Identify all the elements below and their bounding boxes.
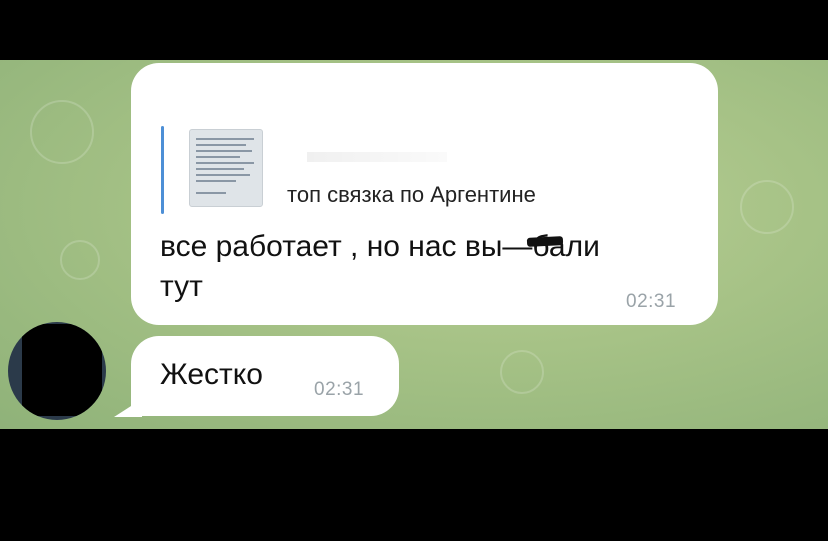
message-time: 02:31	[626, 291, 677, 312]
chat-background: топ связка по Аргентине все работает , н…	[0, 60, 828, 429]
reply-preview-text: топ связка по Аргентине	[287, 182, 536, 207]
avatar-redaction	[22, 324, 102, 416]
reply-accent-bar	[161, 126, 164, 214]
message-bubble[interactable]: топ связка по Аргентине все работает , н…	[131, 63, 718, 325]
reply-thumbnail	[189, 129, 263, 207]
message-bubble[interactable]: Жестко 02:31	[131, 336, 399, 416]
background-doodle	[60, 240, 100, 280]
message-time: 02:31	[314, 379, 365, 400]
background-doodle	[740, 180, 794, 234]
reply-preview[interactable]: топ связка по Аргентине	[161, 126, 681, 214]
text-redaction-scribble	[526, 236, 564, 247]
reply-title-blurred	[307, 152, 447, 162]
message-text: Жестко	[160, 358, 263, 391]
avatar[interactable]	[8, 322, 106, 420]
background-doodle	[500, 350, 544, 394]
message-text: все работает , но нас вы—бали тут	[160, 230, 600, 303]
background-doodle	[30, 100, 94, 164]
